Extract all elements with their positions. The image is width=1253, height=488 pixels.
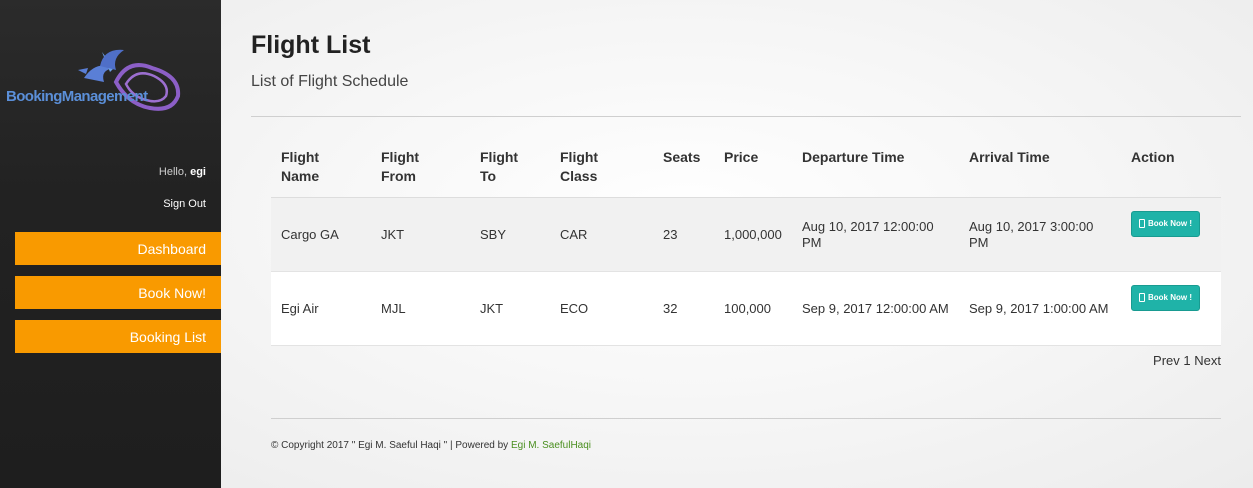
header-flight-class-line1: Flight [560, 149, 599, 165]
page-title: Flight List [251, 31, 371, 59]
nav-booking-list-button[interactable]: Booking List [15, 320, 221, 353]
cell-departure-time: Sep 9, 2017 12:00:00 AM [792, 271, 959, 346]
header-flight-class: Flight Class [550, 138, 653, 198]
header-flight-from: Flight From [371, 138, 470, 198]
sign-out-link[interactable]: Sign Out [163, 198, 206, 210]
cell-price: 100,000 [714, 271, 792, 346]
cell-flight-name: Cargo GA [271, 197, 371, 272]
main-content: Flight List List of Flight Schedule Flig… [221, 0, 1253, 488]
pagination: Prev 1 Next [1153, 353, 1221, 368]
cell-seats: 32 [653, 271, 714, 346]
cell-seats: 23 [653, 197, 714, 272]
next-page-link[interactable]: Next [1194, 353, 1221, 368]
table-header-row: Flight Name Flight From Flight To Flight Cla… [271, 138, 1221, 198]
prev-page-link[interactable]: Prev [1153, 353, 1180, 368]
book-now-label: Book Now ! [1148, 292, 1192, 302]
header-flight-from-line1: Flight [381, 149, 420, 165]
header-seats: Seats [653, 138, 714, 198]
header-flight-name: Flight Name [271, 138, 371, 198]
cell-flight-class: ECO [550, 271, 653, 346]
cell-action: Book Now ! [1121, 197, 1221, 272]
cell-departure-time: Aug 10, 2017 12:00:00 PM [792, 197, 959, 272]
brand-logo[interactable]: BookingManagement [4, 46, 186, 116]
header-action: Action [1121, 138, 1221, 198]
cell-flight-to: SBY [470, 197, 550, 272]
header-flight-from-line2: From [381, 168, 416, 184]
header-price: Price [714, 138, 792, 198]
header-flight-to-line2: To [480, 168, 497, 184]
nav-dashboard-button[interactable]: Dashboard [15, 232, 221, 265]
book-now-label: Book Now ! [1148, 218, 1192, 228]
header-flight-class-line2: Class [560, 168, 598, 184]
cell-flight-from: MJL [371, 271, 470, 346]
header-flight-to: Flight To [470, 138, 550, 198]
cell-price: 1,000,000 [714, 197, 792, 272]
bird-logo-icon [78, 49, 181, 111]
footer: © Copyright 2017 " Egi M. Saeful Haqi " … [271, 440, 591, 451]
brand-logo-text: BookingManagement [6, 88, 148, 105]
flight-table: Flight Name Flight From Flight To Flight Cla… [271, 138, 1221, 346]
cell-flight-name: Egi Air [271, 271, 371, 346]
luggage-icon [1139, 219, 1145, 228]
header-arrival-time: Arrival Time [959, 138, 1121, 198]
cell-flight-class: CAR [550, 197, 653, 272]
luggage-icon [1139, 293, 1145, 302]
username: egi [190, 166, 206, 178]
header-flight-name-line1: Flight [281, 149, 320, 165]
cell-flight-to: JKT [470, 271, 550, 346]
sidebar: BookingManagement Hello, egi Sign Out Da… [0, 0, 221, 488]
author-link[interactable]: Egi M. SaefulHaqi [511, 440, 591, 451]
table-row: Egi Air MJL JKT ECO 32 100,000 Sep 9, 20… [271, 271, 1221, 346]
greeting-label: Hello, [158, 166, 188, 178]
footer-divider [271, 418, 1221, 419]
book-now-button[interactable]: Book Now ! [1131, 210, 1200, 237]
cell-arrival-time: Sep 9, 2017 1:00:00 AM [959, 271, 1121, 346]
copyright-text: © Copyright 2017 " Egi M. Saeful Haqi " … [271, 440, 509, 451]
divider [251, 116, 1241, 117]
cell-flight-from: JKT [371, 197, 470, 272]
header-departure-time: Departure Time [792, 138, 959, 198]
header-flight-name-line2: Name [281, 168, 320, 184]
user-greeting: Hello, egi [159, 166, 206, 178]
cell-arrival-time: Aug 10, 2017 3:00:00 PM [959, 197, 1121, 272]
cell-action: Book Now ! [1121, 271, 1221, 346]
nav-book-now-button[interactable]: Book Now! [15, 276, 221, 309]
current-page[interactable]: 1 [1183, 353, 1190, 368]
table-row: Cargo GA JKT SBY CAR 23 1,000,000 Aug 10… [271, 197, 1221, 272]
book-now-button[interactable]: Book Now ! [1131, 284, 1200, 311]
page-subtitle: List of Flight Schedule [251, 73, 409, 90]
header-flight-to-line1: Flight [480, 149, 519, 165]
